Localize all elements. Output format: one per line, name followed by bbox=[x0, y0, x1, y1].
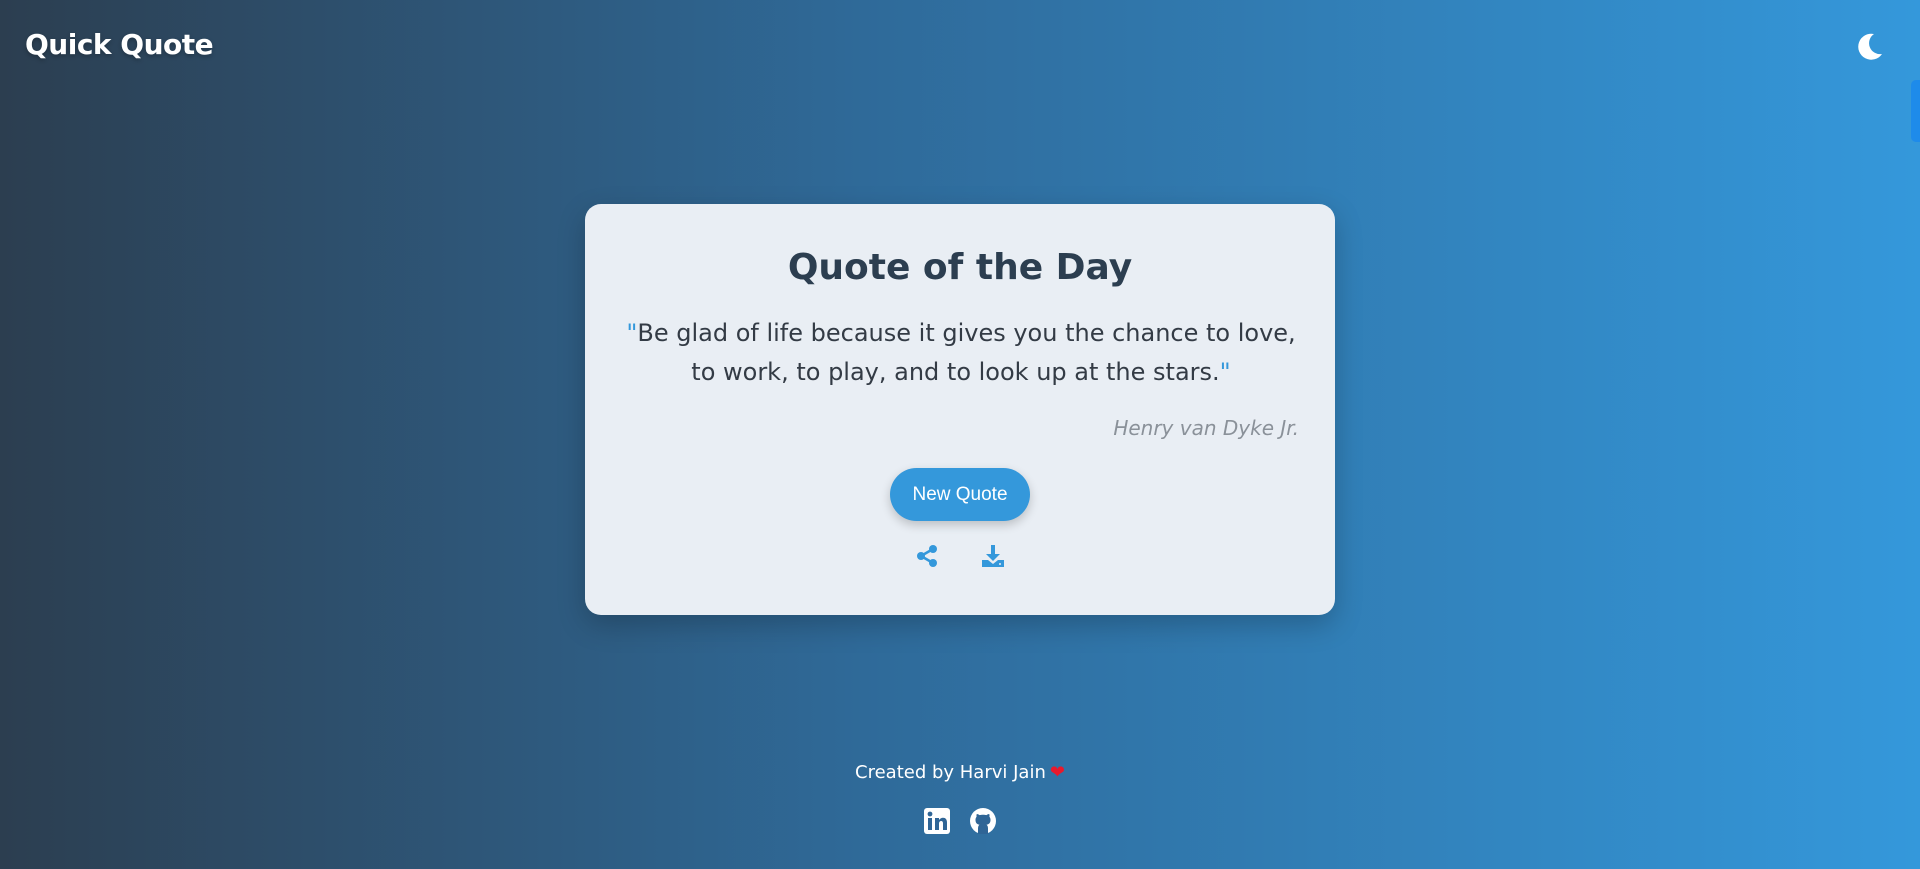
quote-author: Henry van Dyke Jr. bbox=[1113, 416, 1299, 440]
download-icon[interactable] bbox=[980, 543, 1006, 569]
card-title: Quote of the Day bbox=[787, 247, 1133, 288]
open-quote-mark: " bbox=[626, 319, 638, 347]
new-quote-button[interactable]: New Quote bbox=[890, 468, 1030, 521]
social-links bbox=[0, 807, 1920, 835]
footer-credit: Created by Harvi Jain ❤ bbox=[0, 762, 1920, 783]
moon-icon[interactable] bbox=[1854, 30, 1886, 62]
linkedin-icon[interactable] bbox=[923, 807, 951, 835]
quote-text: "Be glad of life because it gives you th… bbox=[621, 314, 1301, 392]
github-icon[interactable] bbox=[969, 807, 997, 835]
quote-body: Be glad of life because it gives you the… bbox=[637, 319, 1296, 386]
heart-icon: ❤ bbox=[1049, 762, 1065, 783]
close-quote-mark: " bbox=[1219, 358, 1231, 386]
share-icon[interactable] bbox=[914, 543, 940, 569]
quote-actions bbox=[621, 543, 1299, 569]
scroll-indicator bbox=[1911, 80, 1920, 142]
credit-text: Created by Harvi Jain bbox=[855, 762, 1046, 783]
app-title: Quick Quote bbox=[25, 28, 214, 61]
quote-card: Quote of the Day "Be glad of life becaus… bbox=[585, 204, 1335, 615]
